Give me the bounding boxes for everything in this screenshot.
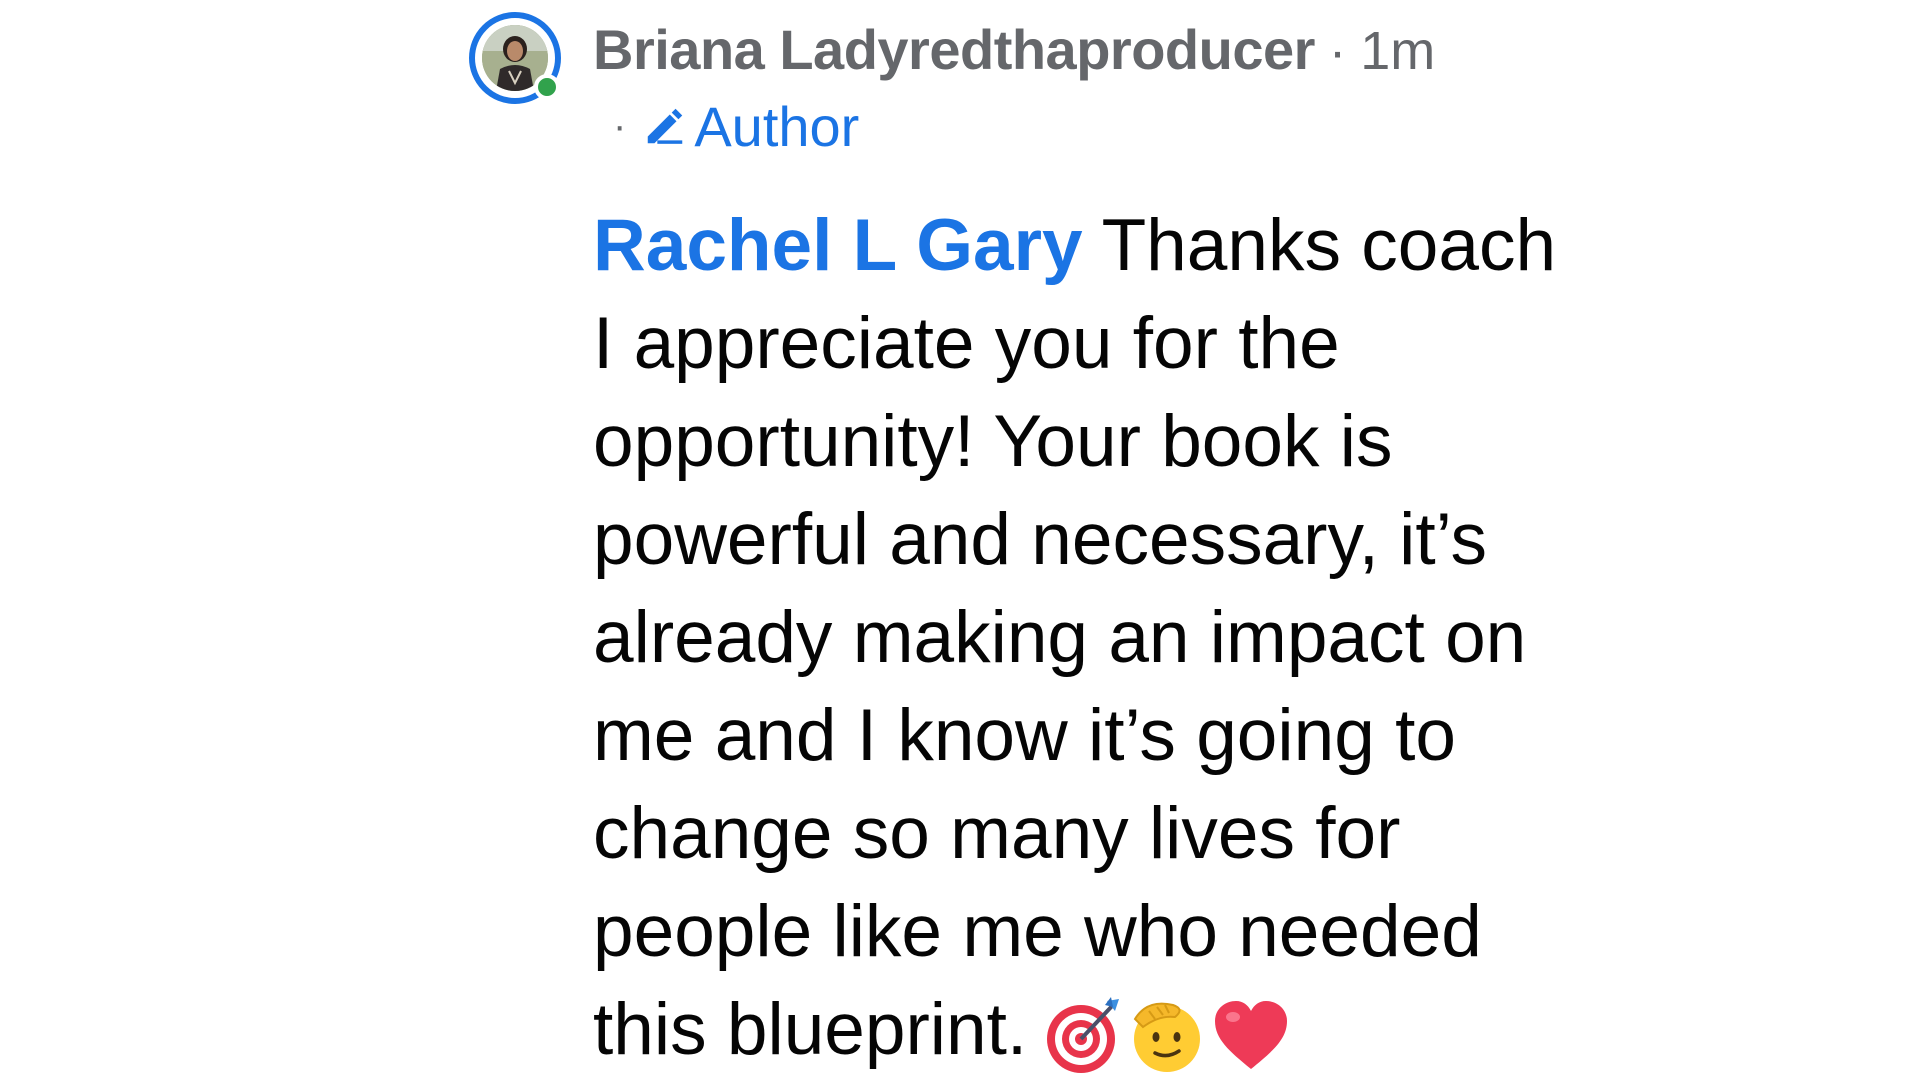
direct-hit-emoji: [1047, 996, 1120, 1073]
comment-text-line: change so many lives for: [593, 793, 1401, 874]
author-badge: Author: [642, 94, 859, 159]
comment-text-line: powerful and necessary, it’s: [593, 499, 1488, 580]
comment-text-line: this blueprint.: [593, 989, 1028, 1070]
name-separator: ·: [1328, 23, 1347, 81]
comment-text-line: I appreciate you for the: [593, 303, 1340, 384]
author-name[interactable]: Briana Ladyredthaproducer: [593, 12, 1315, 88]
badge-line: · Author: [593, 88, 1693, 164]
comment-text-line: Thanks coach: [1101, 205, 1557, 286]
comment-text-line: people like me who needed: [593, 891, 1482, 972]
saluting-face-emoji: [1133, 1002, 1201, 1072]
emoji-row: [1041, 993, 1293, 1077]
comment-text-line: opportunity! Your book is: [593, 401, 1393, 482]
timestamp[interactable]: 1m: [1360, 13, 1435, 89]
name-line: Briana Ladyredthaproducer · 1m: [593, 12, 1693, 88]
red-heart-emoji: [1215, 1000, 1288, 1069]
comment-text-line: already making an impact on: [593, 597, 1527, 678]
comment-text-line: me and I know it’s going to: [593, 695, 1456, 776]
comment-body: Rachel L Gary Thanks coach I appreciate …: [593, 197, 1613, 1079]
avatar[interactable]: [469, 12, 561, 104]
online-status-icon: [534, 74, 560, 100]
badge-separator: ·: [613, 103, 627, 148]
badge-label: Author: [694, 94, 860, 158]
mention-link[interactable]: Rachel L Gary: [593, 205, 1083, 286]
pencil-icon: [648, 108, 683, 144]
comment-header: Briana Ladyredthaproducer · 1m · Author: [593, 12, 1693, 164]
